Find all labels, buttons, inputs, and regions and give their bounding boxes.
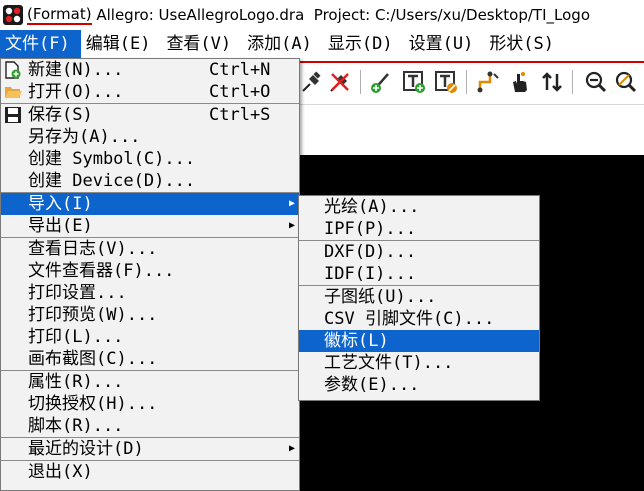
- zoom-search-icon[interactable]: [614, 70, 638, 94]
- folder-open-icon: [4, 83, 22, 101]
- menu-item-file-viewer[interactable]: 文件查看器(F)...: [1, 260, 299, 282]
- menu-item-create-symbol[interactable]: 创建 Symbol(C)...: [1, 148, 299, 170]
- menu-item-import[interactable]: 导入(I) ▶: [1, 193, 299, 215]
- toolbar-separator: [360, 70, 361, 94]
- menu-view[interactable]: 查看(V): [161, 30, 242, 58]
- menu-item-idf[interactable]: IDF(I)...: [299, 263, 539, 285]
- menu-item-export[interactable]: 导出(E) ▶: [1, 215, 299, 237]
- submenu-arrow-icon: ▶: [288, 198, 295, 209]
- menu-item-properties[interactable]: 属性(R)...: [1, 371, 299, 393]
- menu-item-recent-designs[interactable]: 最近的设计(D) ▶: [1, 438, 299, 460]
- file-menu: 新建(N)... Ctrl+N 打开(O)... Ctrl+O 保存(S) Ct…: [0, 58, 300, 491]
- menu-item-gerber[interactable]: 光绘(A)...: [299, 196, 539, 218]
- menu-item-new[interactable]: 新建(N)... Ctrl+N: [1, 59, 299, 81]
- menu-item-dxf[interactable]: DXF(D)...: [299, 241, 539, 263]
- toolbar: [298, 58, 644, 105]
- menu-item-canvas-screenshot[interactable]: 画布截图(C)...: [1, 348, 299, 370]
- title-format: (Format): [27, 5, 92, 25]
- menu-item-script[interactable]: 脚本(R)...: [1, 415, 299, 437]
- save-disk-icon: [4, 106, 22, 124]
- new-file-icon: [4, 61, 22, 79]
- menu-item-print[interactable]: 打印(L)...: [1, 326, 299, 348]
- menu-item-switch-license[interactable]: 切换授权(H)...: [1, 393, 299, 415]
- menu-item-exit[interactable]: 退出(X): [1, 461, 299, 483]
- hand-pointer-icon[interactable]: [508, 70, 532, 94]
- edit-text-icon[interactable]: [434, 70, 458, 94]
- add-line-icon[interactable]: [370, 70, 394, 94]
- allegro-app-icon[interactable]: [3, 5, 23, 25]
- menu-item-parameters[interactable]: 参数(E)...: [299, 374, 539, 396]
- menu-item-logo[interactable]: 徽标(L): [299, 330, 539, 352]
- menu-item-print-setup[interactable]: 打印设置...: [1, 282, 299, 304]
- pin-icon[interactable]: [300, 70, 324, 94]
- workspace-margin: [298, 105, 644, 155]
- menu-setup[interactable]: 设置(U): [404, 30, 485, 58]
- unpin-icon[interactable]: [328, 70, 352, 94]
- menu-edit[interactable]: 编辑(E): [81, 30, 162, 58]
- menu-display[interactable]: 显示(D): [323, 30, 404, 58]
- submenu-arrow-icon: ▶: [288, 443, 295, 454]
- menu-item-sub-drawing[interactable]: 子图纸(U)...: [299, 286, 539, 308]
- import-submenu: 光绘(A)... IPF(P)... DXF(D)... IDF(I)... 子…: [298, 195, 540, 401]
- menu-file[interactable]: 文件(F): [0, 30, 81, 58]
- swap-arrows-icon[interactable]: [540, 70, 564, 94]
- submenu-arrow-icon: ▶: [288, 220, 295, 231]
- menu-shape[interactable]: 形状(S): [484, 30, 565, 58]
- menu-item-create-device[interactable]: 创建 Device(D)...: [1, 170, 299, 192]
- toolbar-separator: [466, 70, 467, 94]
- title-bar: (Format) Allegro: UseAllegroLogo.dra Pro…: [0, 0, 644, 30]
- menu-item-open[interactable]: 打开(O)... Ctrl+O: [1, 81, 299, 103]
- toolbar-separator: [572, 70, 573, 94]
- menu-bar: 文件(F) 编辑(E) 查看(V) 添加(A) 显示(D) 设置(U) 形状(S…: [0, 30, 644, 58]
- window-title: Allegro: UseAllegroLogo.dra Project: C:/…: [91, 6, 590, 24]
- menu-item-ipf[interactable]: IPF(P)...: [299, 218, 539, 240]
- menu-item-csv-pin-file[interactable]: CSV 引脚文件(C)...: [299, 308, 539, 330]
- toolbar-accent-line: [298, 61, 644, 63]
- route-connect-icon[interactable]: [476, 70, 500, 94]
- menu-item-view-log[interactable]: 查看日志(V)...: [1, 238, 299, 260]
- zoom-out-icon[interactable]: [584, 70, 608, 94]
- menu-item-save[interactable]: 保存(S) Ctrl+S: [1, 104, 299, 126]
- menu-item-save-as[interactable]: 另存为(A)...: [1, 126, 299, 148]
- menu-item-print-preview[interactable]: 打印预览(W)...: [1, 304, 299, 326]
- menu-add[interactable]: 添加(A): [242, 30, 323, 58]
- add-text-icon[interactable]: [402, 70, 426, 94]
- menu-item-tech-file[interactable]: 工艺文件(T)...: [299, 352, 539, 374]
